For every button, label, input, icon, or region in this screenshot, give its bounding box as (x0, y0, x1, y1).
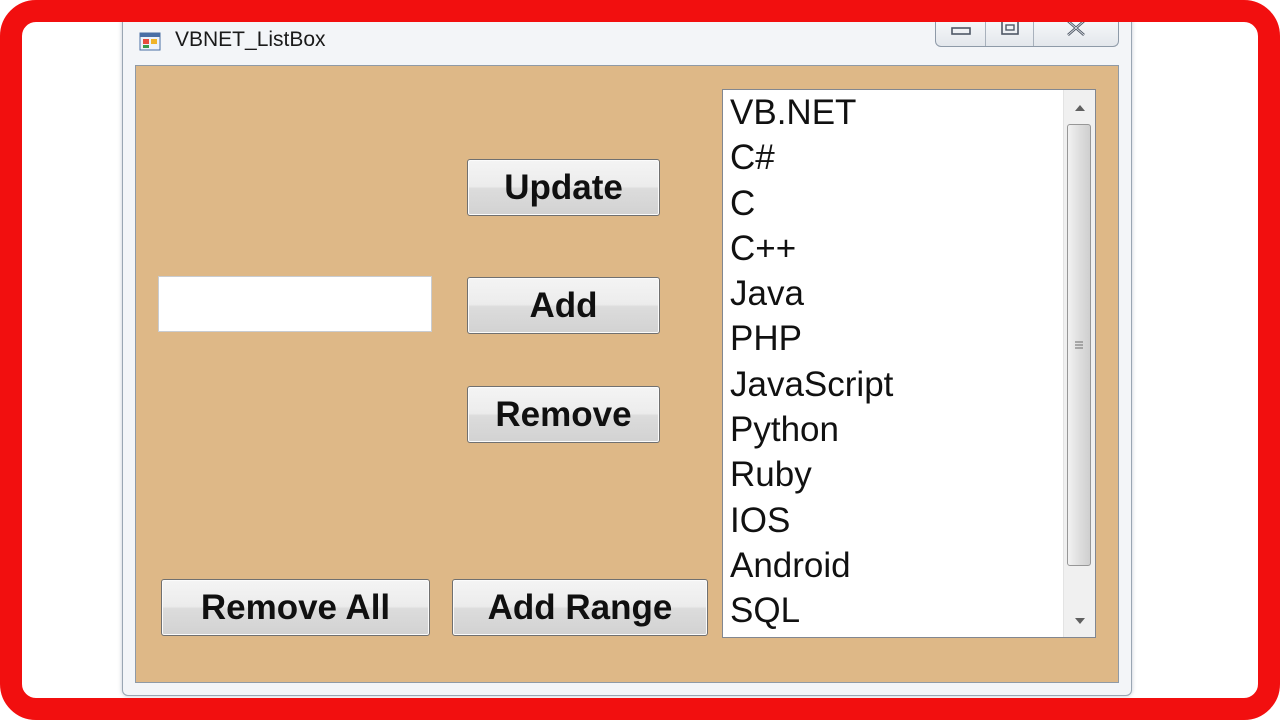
item-textbox[interactable] (158, 276, 432, 332)
list-item[interactable]: JavaScript (723, 362, 1063, 407)
winforms-app-icon (139, 29, 163, 53)
caption-buttons (935, 15, 1119, 47)
minimize-icon (950, 22, 971, 40)
grip-icon (1074, 336, 1084, 354)
languages-listbox[interactable]: VB.NET C# C C++ Java PHP JavaScript Python Ruby I… (722, 89, 1096, 638)
maximize-button[interactable] (986, 15, 1034, 46)
list-item[interactable]: Ruby (723, 452, 1063, 497)
listbox-items: VB.NET C# C C++ Java PHP JavaScript Python Ruby I… (723, 90, 1063, 634)
list-item[interactable]: C++ (723, 226, 1063, 271)
update-button[interactable]: Update (467, 159, 660, 216)
scroll-up-button[interactable] (1064, 90, 1095, 124)
listbox-scrollbar[interactable] (1063, 90, 1095, 637)
add-range-button[interactable]: Add Range (452, 579, 708, 636)
form-client-area: Update Add Remove Remove All Add Range V… (135, 65, 1119, 683)
list-item[interactable]: SQL (723, 588, 1063, 633)
close-icon (1065, 20, 1087, 41)
title-bar[interactable]: VBNET_ListBox (123, 15, 1131, 65)
list-item[interactable]: PHP (723, 316, 1063, 361)
list-item[interactable]: Android (723, 543, 1063, 588)
list-item[interactable]: VB.NET (723, 90, 1063, 135)
scroll-thumb[interactable] (1067, 124, 1091, 566)
list-item[interactable]: IOS (723, 498, 1063, 543)
remove-all-button[interactable]: Remove All (161, 579, 430, 636)
list-item[interactable]: Python (723, 407, 1063, 452)
add-button[interactable]: Add (467, 277, 660, 334)
minimize-button[interactable] (936, 15, 986, 46)
app-window: VBNET_ListBox Update Add Remove Remove A… (122, 14, 1132, 696)
chevron-down-icon (1074, 611, 1085, 629)
scroll-down-button[interactable] (1064, 603, 1095, 637)
maximize-icon (1000, 20, 1020, 41)
list-item[interactable]: Java (723, 271, 1063, 316)
close-button[interactable] (1034, 15, 1118, 46)
remove-button[interactable]: Remove (467, 386, 660, 443)
chevron-up-icon (1074, 98, 1085, 116)
window-title: VBNET_ListBox (175, 28, 326, 51)
list-item[interactable]: C# (723, 135, 1063, 180)
list-item[interactable]: C (723, 181, 1063, 226)
